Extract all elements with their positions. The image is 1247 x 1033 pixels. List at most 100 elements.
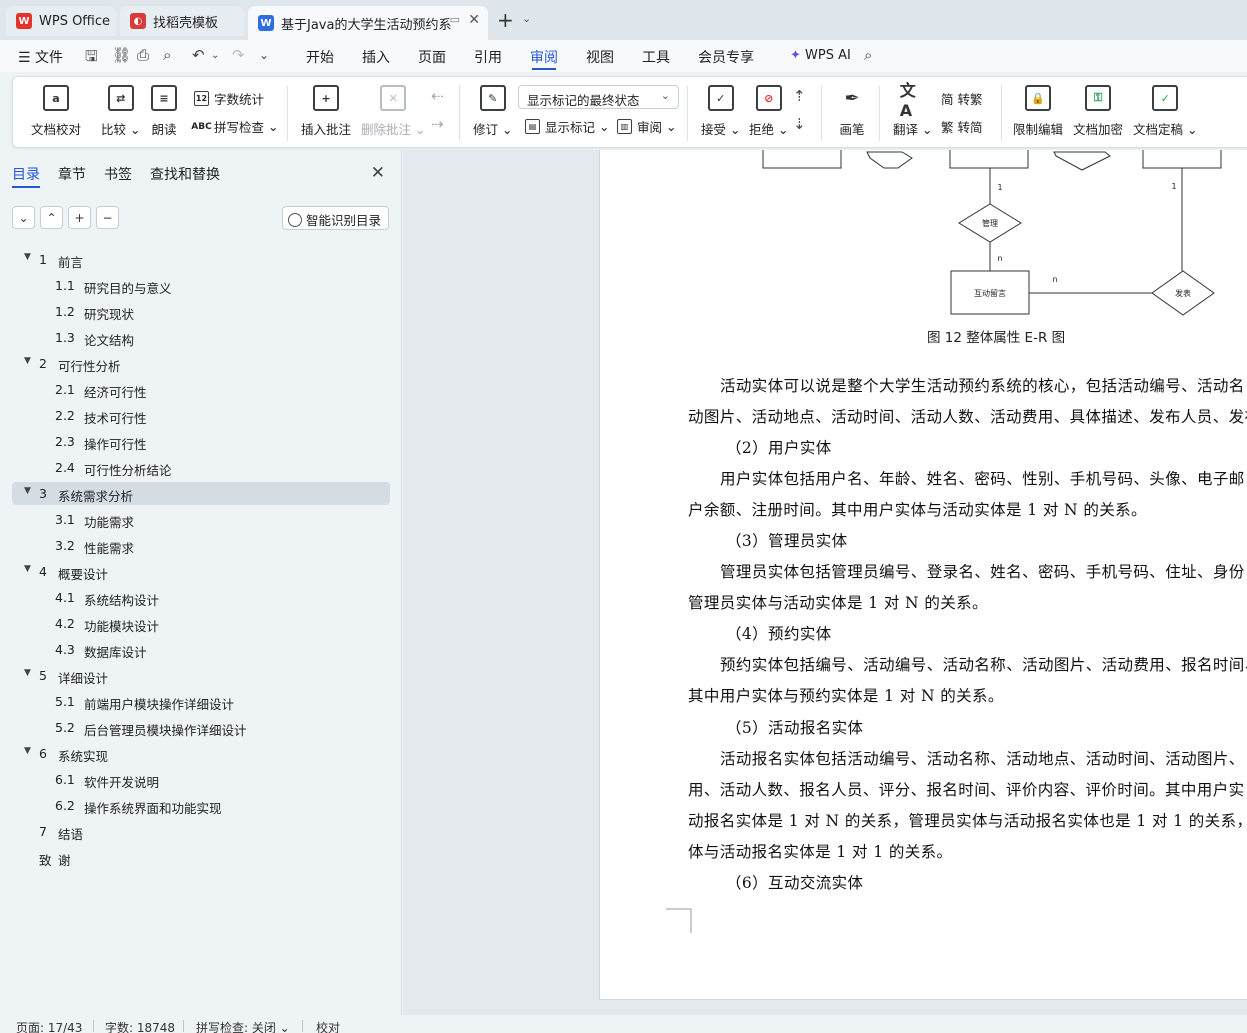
toc-item[interactable]: ▼ 1 前言 xyxy=(12,248,390,271)
toc-item[interactable]: 致谢 xyxy=(12,846,390,869)
menu-member[interactable]: 会员专享 xyxy=(698,47,754,67)
word-count-status[interactable]: 字数: 18748 xyxy=(105,1019,175,1033)
comment-plus-icon: + xyxy=(313,85,339,111)
search-icon[interactable]: ⌕ xyxy=(864,46,872,64)
smart-toc-label: 智能识别目录 xyxy=(305,213,381,228)
next-comment-icon[interactable]: ⇢ xyxy=(431,115,444,133)
toc-item[interactable]: 1.2 研究现状 xyxy=(12,300,390,323)
page-indicator[interactable]: 页面: 17/43 xyxy=(16,1019,82,1033)
pen-button[interactable]: ✒ 画笔 xyxy=(839,85,865,138)
review-pane-button[interactable]: ▥ 审阅 ⌄ xyxy=(617,117,676,136)
read-aloud-button[interactable]: ≡ 朗读 xyxy=(151,85,177,138)
print-preview-icon[interactable]: ⌕ xyxy=(163,46,171,64)
toc-item[interactable]: ▼ 6 系统实现 xyxy=(12,742,390,765)
menu-review[interactable]: 审阅 xyxy=(530,47,558,67)
toc-item[interactable]: 3.2 性能需求 xyxy=(12,534,390,557)
expand-caret-icon[interactable]: ▼ xyxy=(24,564,31,574)
cardinality-label: n xyxy=(1052,275,1057,284)
toc-item[interactable]: 4.2 功能模块设计 xyxy=(12,612,390,635)
tab-document[interactable]: W 基于Java的大学生活动预约系 ▭ ✕ xyxy=(248,6,488,40)
toc-item[interactable]: 1.3 论文结构 xyxy=(12,326,390,349)
add-heading-button[interactable]: + xyxy=(68,206,91,229)
file-menu[interactable]: ☰ 文件 xyxy=(18,47,63,67)
nav-tab-bookmarks[interactable]: 书签 xyxy=(104,164,132,184)
toc-item[interactable]: 2.3 操作可行性 xyxy=(12,430,390,453)
track-changes-button[interactable]: ✎ 修订 ⌄ xyxy=(473,85,512,138)
menu-page[interactable]: 页面 xyxy=(418,47,446,67)
expand-caret-icon[interactable]: ▼ xyxy=(24,252,31,262)
toc-item[interactable]: 5.1 前端用户模块操作详细设计 xyxy=(12,690,390,713)
word-count-button[interactable]: 12 字数统计 xyxy=(194,89,264,108)
monitor-icon[interactable]: ▭ xyxy=(450,13,460,26)
undo-dropdown-icon[interactable]: ⌄ xyxy=(211,50,219,61)
encrypt-button[interactable]: ⚿ 文档加密 xyxy=(1073,85,1123,138)
chevron-down-icon[interactable]: ⌄ xyxy=(522,12,531,25)
toc-item[interactable]: 2.4 可行性分析结论 xyxy=(12,456,390,479)
expand-caret-icon[interactable]: ▼ xyxy=(24,486,31,496)
new-tab-icon[interactable]: + xyxy=(497,10,514,30)
compare-button[interactable]: ⇄ 比较 ⌄ xyxy=(101,85,140,138)
nav-tab-chapters[interactable]: 章节 xyxy=(58,164,86,184)
toc-item[interactable]: ▼ 5 详细设计 xyxy=(12,664,390,687)
toc-item[interactable]: ▼ 4 概要设计 xyxy=(12,560,390,583)
section-subheading: （4）预约实体 xyxy=(726,625,832,643)
expand-caret-icon[interactable]: ▼ xyxy=(24,356,31,366)
undo-icon[interactable]: ↶ xyxy=(192,46,205,64)
toc-item[interactable]: ▼ 3 系统需求分析 xyxy=(12,482,390,505)
menu-bar: ☰ 文件 🖫 ⛓ ⎙ ⌕ ↶ ⌄ ↷ ⌄ 开始 插入 页面 引用 审阅 视图 工… xyxy=(0,40,1247,72)
toc-item[interactable]: 2.2 技术可行性 xyxy=(12,404,390,427)
spell-check-button[interactable]: ABC 拼写检查 ⌄ xyxy=(191,117,278,136)
save-icon[interactable]: 🖫 xyxy=(85,46,98,71)
expand-up-button[interactable]: ⌃ xyxy=(40,206,63,229)
print-icon[interactable]: ⎙ xyxy=(137,46,149,64)
toc-item[interactable]: 2.1 经济可行性 xyxy=(12,378,390,401)
menu-view[interactable]: 视图 xyxy=(586,47,614,67)
to-simplified-button[interactable]: 繁转简 xyxy=(941,117,983,136)
nav-tab-find-replace[interactable]: 查找和替换 xyxy=(150,164,220,184)
proof-status[interactable]: 校对 xyxy=(316,1019,340,1033)
toc-item[interactable]: 6.2 操作系统界面和功能实现 xyxy=(12,794,390,817)
tab-wps-office[interactable]: W WPS Office xyxy=(6,6,116,36)
reject-button[interactable]: ⊘ 拒绝 ⌄ xyxy=(749,85,788,138)
markup-display-select[interactable]: 显示标记的最终状态 ⌄ xyxy=(518,85,679,109)
spell-check-status[interactable]: 拼写检查: 关闭 ⌄ xyxy=(196,1019,290,1033)
remove-heading-button[interactable]: − xyxy=(96,206,119,229)
to-traditional-button[interactable]: 简转繁 xyxy=(941,89,983,108)
menu-tools[interactable]: 工具 xyxy=(642,47,670,67)
menu-insert[interactable]: 插入 xyxy=(362,47,390,67)
next-change-icon[interactable]: ⇣ xyxy=(793,115,806,133)
expand-caret-icon[interactable]: ▼ xyxy=(24,746,31,756)
nav-tab-toc[interactable]: 目录 xyxy=(12,164,40,184)
doc-check-button[interactable]: a 文档校对 xyxy=(31,85,81,138)
wps-ai-button[interactable]: ✦ WPS AI xyxy=(790,48,851,63)
delete-comment-button[interactable]: ✕ 删除批注 ⌄ xyxy=(361,85,425,138)
toc-item[interactable]: 4.3 数据库设计 xyxy=(12,638,390,661)
toc-item[interactable]: 4.1 系统结构设计 xyxy=(12,586,390,609)
prev-change-icon[interactable]: ⇡ xyxy=(793,87,806,105)
expand-caret-icon[interactable]: ▼ xyxy=(24,668,31,678)
translate-button[interactable]: 文A 翻译 ⌄ xyxy=(893,81,932,138)
prev-comment-icon[interactable]: ⇠ xyxy=(431,87,444,105)
menu-start[interactable]: 开始 xyxy=(306,47,334,67)
toc-item[interactable]: 3.1 功能需求 xyxy=(12,508,390,531)
close-tab-icon[interactable]: ✕ xyxy=(468,12,480,28)
collapse-all-button[interactable]: ⌄ xyxy=(12,206,35,229)
show-markup-button[interactable]: ▤ 显示标记 ⌄ xyxy=(525,117,609,136)
link-icon[interactable]: ⛓ xyxy=(112,46,131,64)
tab-template[interactable]: ◐ 找稻壳模板 xyxy=(120,6,244,36)
redo-icon[interactable]: ↷ xyxy=(232,46,245,64)
toc-item[interactable]: 6.1 软件开发说明 xyxy=(12,768,390,791)
toc-item[interactable]: 7 结语 xyxy=(12,820,390,843)
restrict-edit-button[interactable]: 🔒 限制编辑 xyxy=(1013,85,1063,138)
toc-item[interactable]: 5.2 后台管理员模块操作详细设计 xyxy=(12,716,390,739)
close-pane-icon[interactable]: ✕ xyxy=(371,163,385,183)
insert-comment-button[interactable]: + 插入批注 xyxy=(301,85,351,138)
more-quick-icon[interactable]: ⌄ xyxy=(259,48,269,62)
finalize-button[interactable]: ✓ 文档定稿 ⌄ xyxy=(1133,85,1197,138)
smart-toc-button[interactable]: 智能识别目录 xyxy=(281,206,389,230)
toc-item[interactable]: ▼ 2 可行性分析 xyxy=(12,352,390,375)
accept-button[interactable]: ✓ 接受 ⌄ xyxy=(701,85,740,138)
menu-references[interactable]: 引用 xyxy=(474,47,502,67)
toc-number: 1.3 xyxy=(55,330,75,345)
toc-item[interactable]: 1.1 研究目的与意义 xyxy=(12,274,390,297)
